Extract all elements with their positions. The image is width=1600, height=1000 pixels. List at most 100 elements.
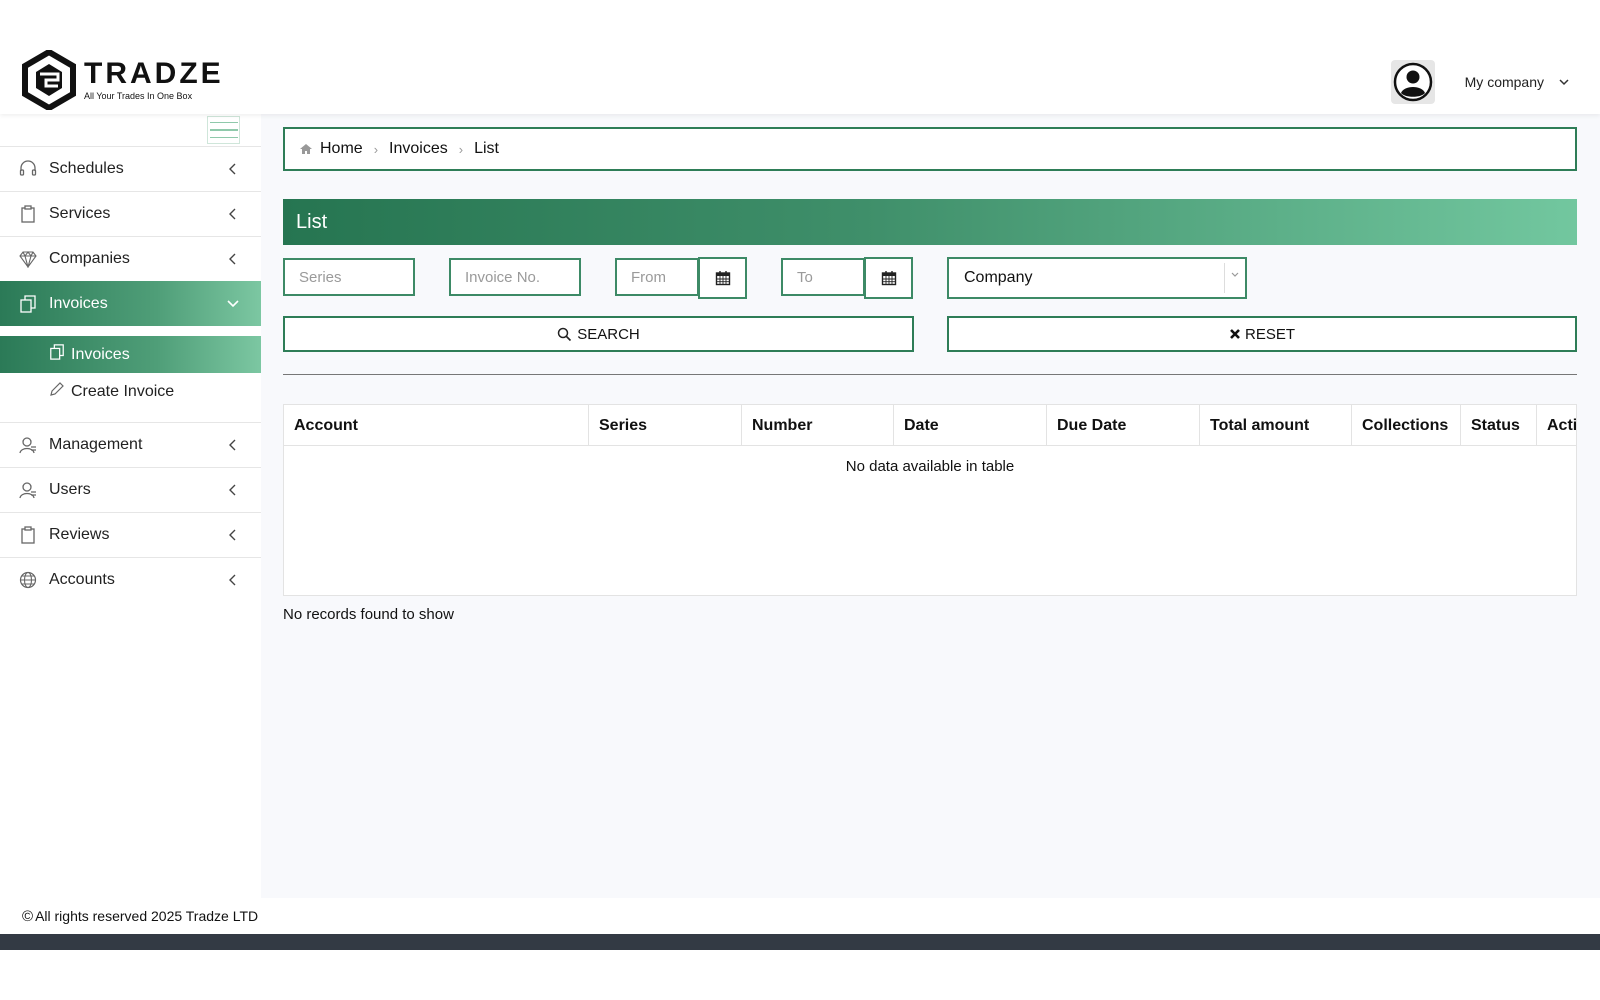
date-from-calendar-button[interactable] <box>698 257 747 299</box>
sidebar-item-label: Reviews <box>49 526 110 543</box>
reset-button[interactable]: RESET <box>947 316 1577 352</box>
hamburger-icon-bar <box>209 121 238 124</box>
search-icon <box>557 327 572 341</box>
reset-button-label: RESET <box>1244 325 1295 343</box>
date-from-input[interactable]: From <box>615 258 699 296</box>
avatar[interactable] <box>1390 60 1435 104</box>
records-count-note: No records found to show <box>283 606 454 623</box>
invoice-number-input[interactable]: Invoice No. <box>449 258 581 296</box>
sidebar-item-users[interactable]: Users <box>0 467 261 512</box>
select-divider <box>1224 263 1225 293</box>
company-switcher-label[interactable]: My company <box>1465 74 1544 90</box>
sidebar-item-services[interactable]: Services <box>0 191 261 236</box>
invoices-submenu: Invoices Create Invoice <box>0 336 261 422</box>
column-header-number[interactable]: Number <box>742 405 894 446</box>
sidebar-item-label: Companies <box>49 250 130 267</box>
headset-icon <box>18 159 38 179</box>
sidebar-menu: Schedules Services Companies Invoices In… <box>0 146 261 602</box>
sidebar-item-label: Schedules <box>49 160 124 177</box>
breadcrumb-current: List <box>474 140 499 157</box>
sidebar: Schedules Services Companies Invoices In… <box>0 114 261 898</box>
panel-title-text: List <box>296 210 328 233</box>
chevron-left-icon <box>229 253 236 265</box>
series-placeholder: Series <box>299 268 342 286</box>
table-empty-message: No data available in table <box>845 458 1015 475</box>
column-header-series[interactable]: Series <box>589 405 742 446</box>
breadcrumb-home[interactable]: Home <box>320 140 363 158</box>
sidebar-item-companies[interactable]: Companies <box>0 236 261 281</box>
sidebar-item-label: Accounts <box>49 571 115 588</box>
diamond-icon <box>18 249 38 269</box>
documents-icon <box>18 294 38 314</box>
column-header-date[interactable]: Date <box>894 405 1047 446</box>
sidebar-item-label: Services <box>49 205 111 222</box>
user-menu[interactable]: My company <box>1390 60 1570 104</box>
chevron-left-icon <box>229 439 236 451</box>
tradze-logo-icon <box>22 50 76 110</box>
hamburger-icon-bar <box>209 136 238 139</box>
chevron-left-icon <box>229 163 236 175</box>
calendar-icon <box>881 271 896 286</box>
clipboard-icon <box>18 525 38 545</box>
globe-icon <box>18 570 38 590</box>
sidebar-item-reviews[interactable]: Reviews <box>0 512 261 557</box>
submenu-item-label: Create Invoice <box>71 382 175 400</box>
sidebar-item-accounts[interactable]: Accounts <box>0 557 261 602</box>
sidebar-item-invoices[interactable]: Invoices <box>0 281 261 326</box>
chevron-left-icon <box>229 208 236 220</box>
table-header-row: Account Series Number Date Due Date Tota… <box>284 405 1576 446</box>
chevron-left-icon <box>229 529 236 541</box>
breadcrumb-separator-icon: › <box>373 141 379 157</box>
date-to-input[interactable]: To <box>781 258 865 296</box>
series-input[interactable]: Series <box>283 258 415 296</box>
main-content: Home › Invoices › List List Series Invoi… <box>261 114 1600 898</box>
sidebar-item-label: Management <box>49 436 143 453</box>
chevron-down-icon[interactable] <box>1558 76 1570 88</box>
footer-copyright-text: All rights reserved 2025 Tradze LTD <box>35 908 259 924</box>
chevron-down-icon <box>1231 272 1239 277</box>
company-select-value: Company <box>964 269 1033 286</box>
column-header-due-date[interactable]: Due Date <box>1047 405 1200 446</box>
breadcrumb: Home › Invoices › List <box>283 127 1577 171</box>
submenu-item-label: Invoices <box>71 345 130 363</box>
company-select[interactable]: Company <box>947 257 1247 299</box>
bottom-bar <box>0 934 1600 950</box>
column-header-collections[interactable]: Collections <box>1352 405 1461 446</box>
submenu-item-create-invoice[interactable]: Create Invoice <box>0 373 261 410</box>
menu-toggle-button[interactable] <box>207 116 240 144</box>
panel-title: List <box>283 199 1577 245</box>
home-icon <box>300 144 312 154</box>
sidebar-item-schedules[interactable]: Schedules <box>0 146 261 191</box>
pencil-icon <box>49 381 65 402</box>
invoice-number-placeholder: Invoice No. <box>465 268 541 286</box>
chevron-left-icon <box>229 574 236 586</box>
close-icon <box>1230 329 1240 339</box>
search-button[interactable]: SEARCH <box>283 316 914 352</box>
date-to-calendar-button[interactable] <box>864 257 913 299</box>
clipboard-icon <box>18 204 38 224</box>
column-header-actions[interactable]: Acti <box>1537 405 1576 446</box>
top-header: TRADZE All Your Trades In One Box My com… <box>0 0 1600 114</box>
user-icon <box>18 435 38 455</box>
submenu-item-invoices[interactable]: Invoices <box>0 336 261 373</box>
search-button-label: SEARCH <box>577 325 640 343</box>
copyright-icon: © <box>22 907 34 925</box>
chevron-left-icon <box>229 484 236 496</box>
brand-tagline: All Your Trades In One Box <box>84 91 193 101</box>
column-header-total-amount[interactable]: Total amount <box>1200 405 1352 446</box>
sidebar-item-label: Users <box>49 481 91 498</box>
section-divider <box>283 374 1577 375</box>
breadcrumb-separator-icon: › <box>458 141 464 157</box>
brand-logo[interactable]: TRADZE All Your Trades In One Box <box>22 50 224 110</box>
invoices-table: Account Series Number Date Due Date Tota… <box>283 404 1577 596</box>
date-from-placeholder: From <box>631 268 666 286</box>
chevron-down-icon <box>227 300 239 308</box>
column-header-status[interactable]: Status <box>1461 405 1537 446</box>
breadcrumb-invoices[interactable]: Invoices <box>389 140 448 158</box>
sidebar-item-management[interactable]: Management <box>0 422 261 467</box>
brand-name: TRADZE <box>84 57 224 90</box>
sidebar-item-label: Invoices <box>49 294 108 312</box>
user-avatar-icon <box>1393 62 1432 102</box>
column-header-account[interactable]: Account <box>284 405 589 446</box>
documents-icon <box>49 344 65 365</box>
